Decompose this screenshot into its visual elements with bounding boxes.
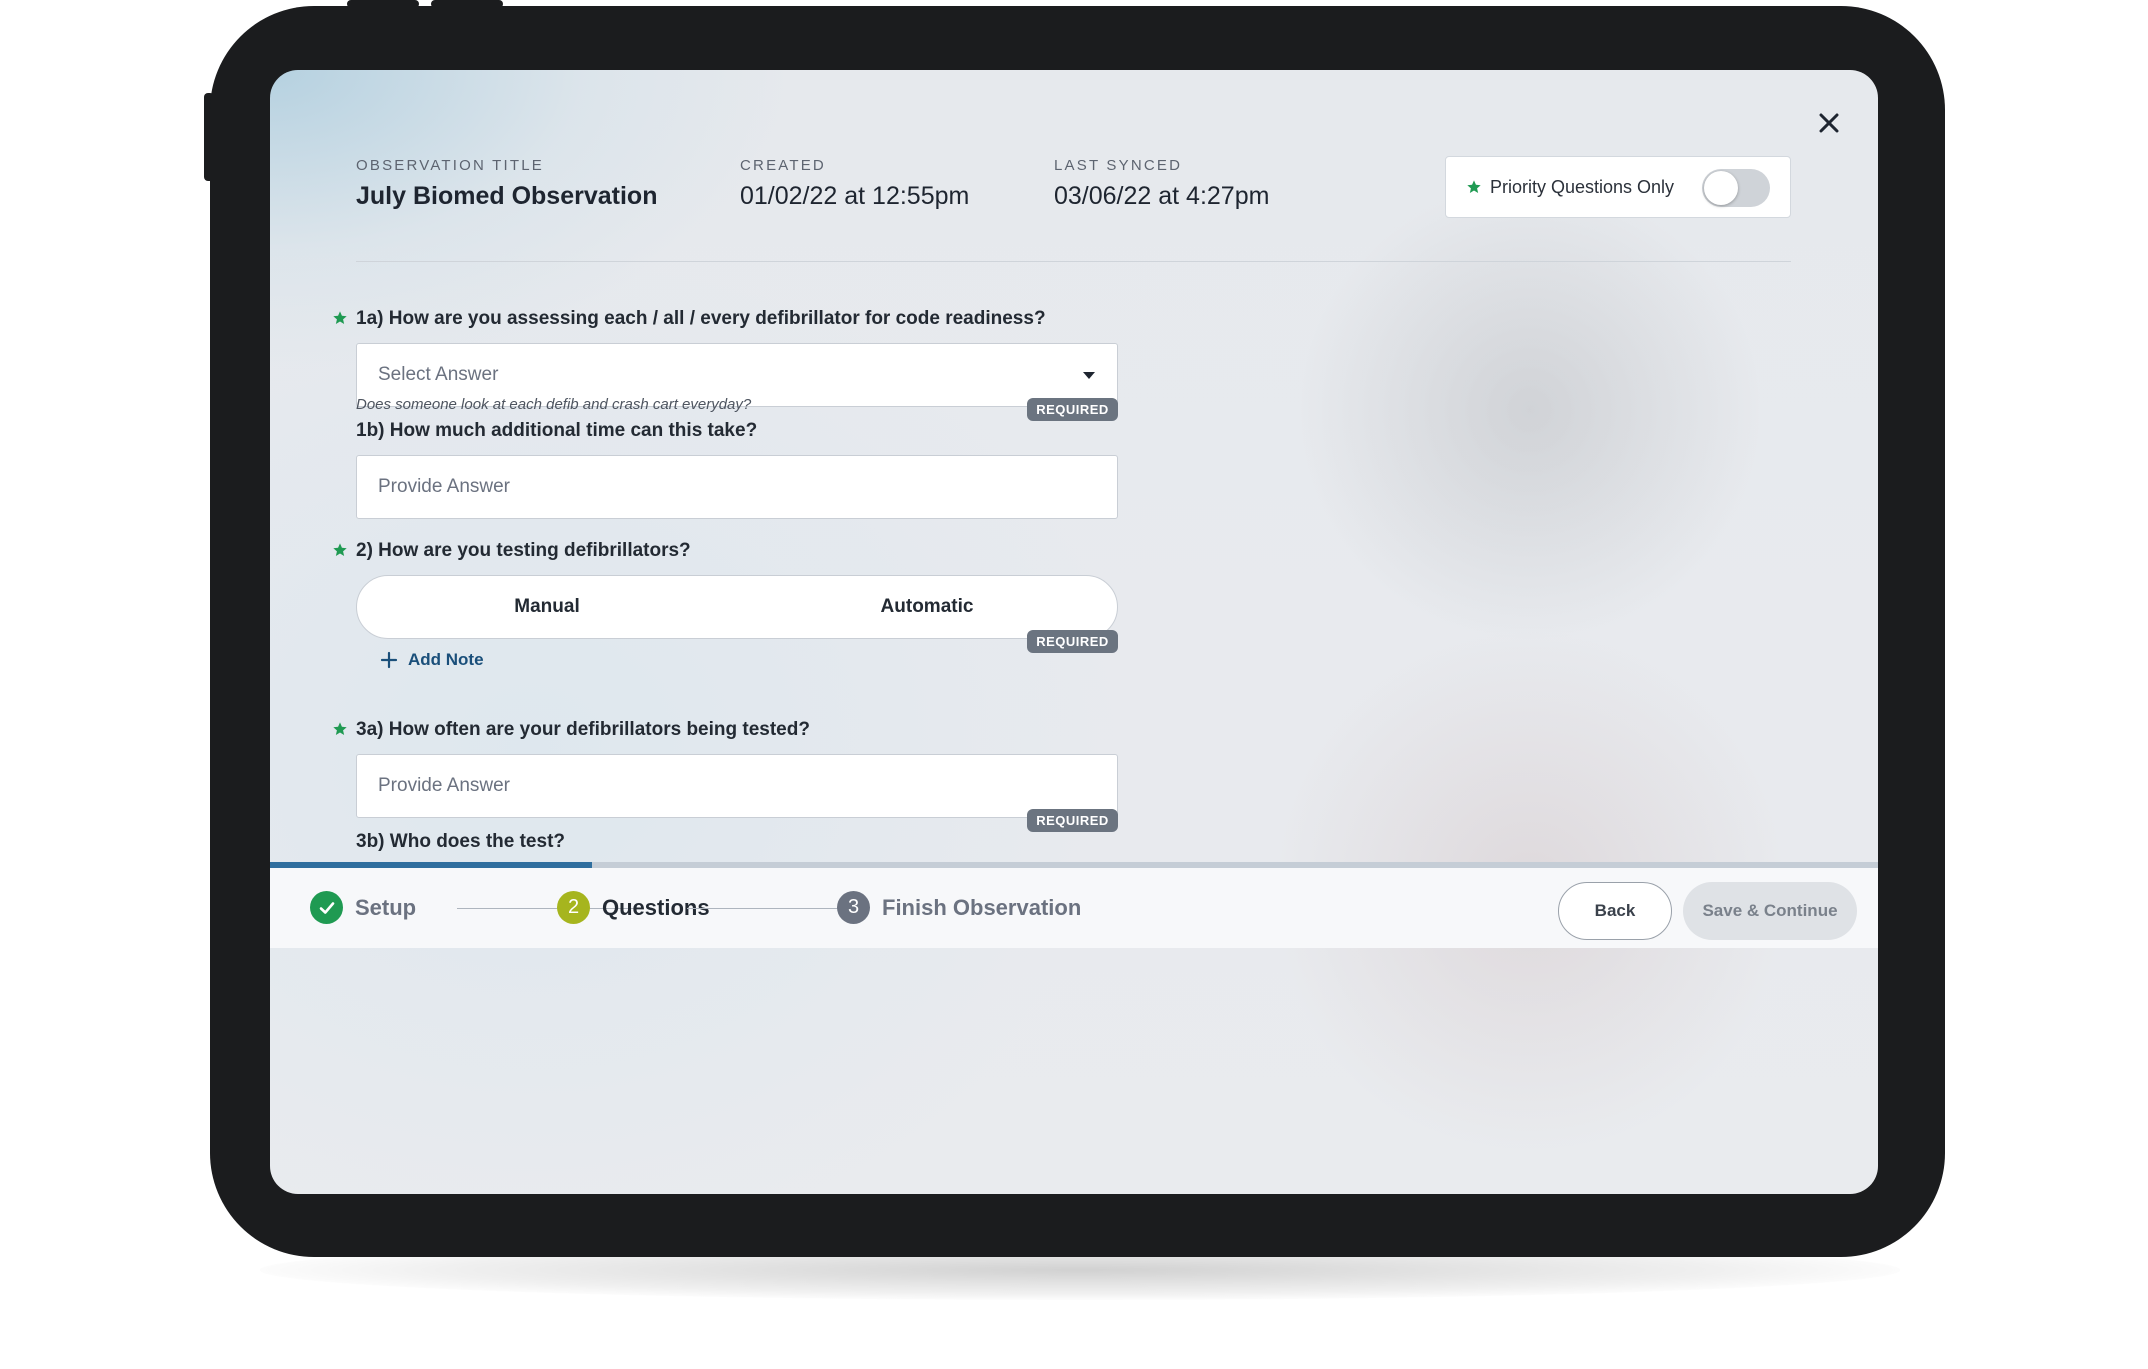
step-number: 3 [837, 891, 870, 924]
scene: OBSERVATION TITLE July Biomed Observatio… [0, 0, 2148, 1369]
question-1b-input[interactable]: Provide Answer [356, 455, 1118, 519]
priority-star-icon [333, 311, 347, 324]
tablet-frame: OBSERVATION TITLE July Biomed Observatio… [210, 6, 1945, 1257]
input-placeholder: Provide Answer [378, 476, 511, 497]
step-setup[interactable]: Setup [310, 891, 416, 924]
option-manual[interactable]: Manual [357, 576, 737, 638]
star-icon [1467, 180, 1481, 193]
back-button[interactable]: Back [1558, 882, 1672, 940]
required-badge: REQUIRED [1027, 398, 1118, 421]
priority-toggle-label: Priority Questions Only [1490, 176, 1675, 197]
question-3a-input[interactable]: Provide Answer [356, 754, 1118, 818]
last-synced-value: 03/06/22 at 4:27pm [1054, 182, 1270, 210]
created-label: CREATED [740, 157, 826, 174]
close-button[interactable] [1811, 105, 1847, 141]
toggle-knob [1704, 171, 1738, 205]
question-1a-hint: Does someone look at each defib and cras… [356, 396, 752, 413]
question-1a-label: 1a) How are you assessing each / all / e… [356, 308, 1046, 329]
step-number: 2 [557, 891, 590, 924]
observation-title-label: OBSERVATION TITLE [356, 157, 544, 174]
question-3b-label: 3b) Who does the test? [356, 831, 565, 852]
header-divider [356, 261, 1791, 262]
add-note-button[interactable]: Add Note [380, 650, 484, 670]
plus-icon [380, 651, 398, 669]
option-automatic[interactable]: Automatic [737, 576, 1117, 638]
required-badge: REQUIRED [1027, 809, 1118, 832]
check-icon [310, 891, 343, 924]
priority-star-icon [333, 543, 347, 556]
priority-questions-filter: Priority Questions Only [1445, 156, 1791, 218]
last-synced-label: LAST SYNCED [1054, 157, 1183, 174]
caret-down-icon [1083, 372, 1095, 379]
question-3a-label: 3a) How often are your defibrillators be… [356, 719, 810, 740]
step-finish-observation[interactable]: 3 Finish Observation [837, 891, 1081, 924]
question-1b-label: 1b) How much additional time can this ta… [356, 420, 758, 441]
select-placeholder: Select Answer [378, 364, 499, 385]
step-label: Finish Observation [882, 894, 1082, 920]
priority-star-icon [333, 722, 347, 735]
priority-toggle[interactable] [1702, 169, 1770, 207]
input-placeholder: Provide Answer [378, 775, 511, 796]
close-icon [1819, 113, 1839, 133]
required-badge: REQUIRED [1027, 630, 1118, 653]
observation-screen: OBSERVATION TITLE July Biomed Observatio… [270, 70, 1878, 1194]
question-2-label: 2) How are you testing defibrillators? [356, 540, 691, 561]
question-2-segmented-control: Manual Automatic [356, 575, 1118, 639]
created-value: 01/02/22 at 12:55pm [740, 182, 970, 210]
add-note-label: Add Note [408, 650, 484, 669]
footer-bar: Setup 2 Questions 3 Finish Observation B… [270, 868, 1878, 948]
observation-title: July Biomed Observation [356, 182, 658, 210]
step-label: Setup [355, 894, 417, 920]
save-continue-button[interactable]: Save & Continue [1683, 882, 1857, 940]
